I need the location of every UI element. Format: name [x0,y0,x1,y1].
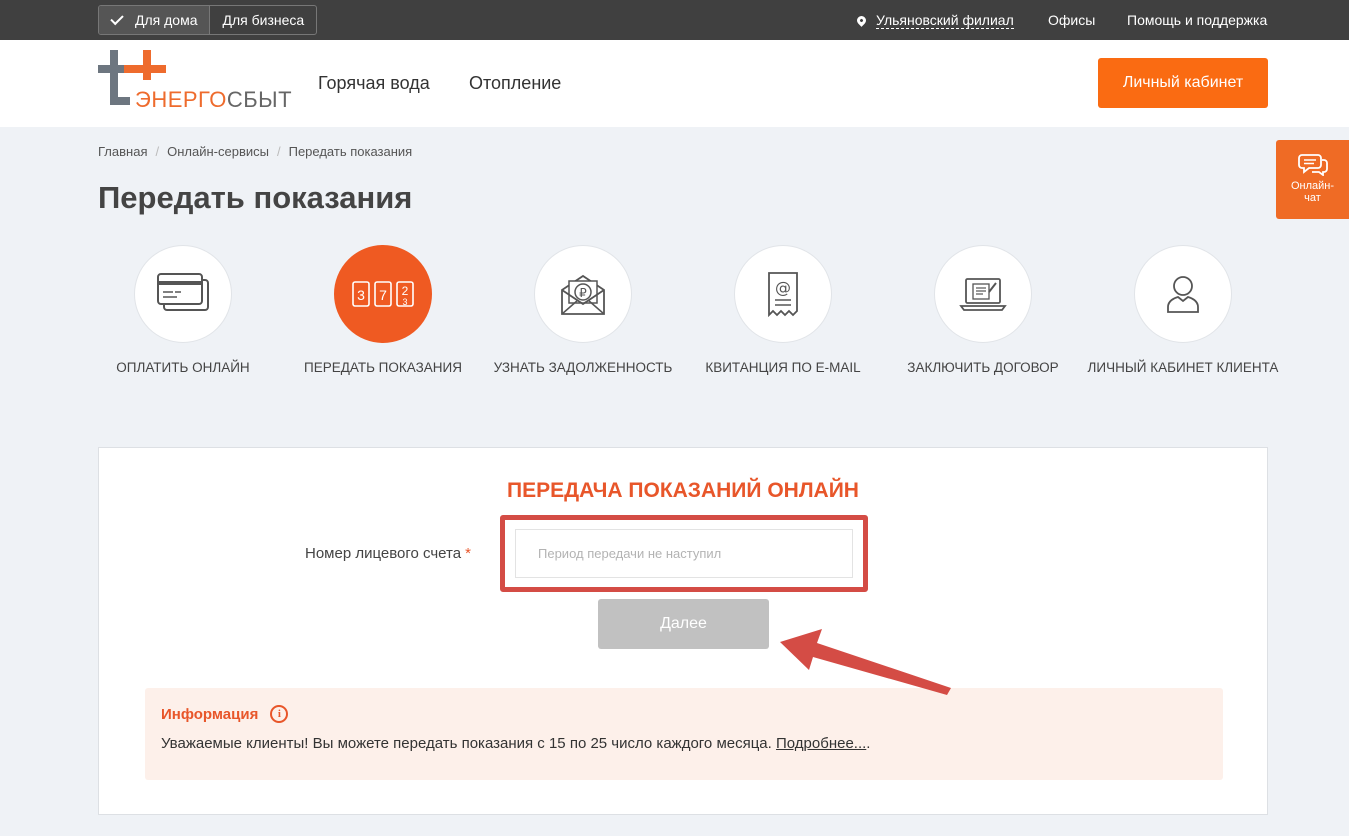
for-home-label: Для дома [135,12,198,28]
location-pin-icon [855,13,868,27]
chat-label-line1: Онлайн- [1290,180,1335,192]
energosbyt-logo[interactable]: ЭНЕРГОСБЫТ [98,50,292,112]
site-header: ЭНЕРГОСБЫТ Горячая вода Отопление Личный… [0,40,1349,127]
branch-selector[interactable]: Ульяновский филиал [855,0,1014,40]
info-text: Уважаемые клиенты! Вы можете передать по… [161,735,871,752]
nav-heating[interactable]: Отопление [469,40,561,127]
form-title: ПЕРЕДАЧА ПОКАЗАНИЙ ОНЛАЙН [507,479,859,502]
service-label: Передать показания [304,360,462,375]
online-chat-widget[interactable]: Онлайн- чат [1276,140,1349,219]
service-label: Квитанция по e-mail [705,360,861,375]
email-receipt-icon: @ [768,272,798,317]
service-icon-circle [934,245,1032,343]
account-number-input[interactable] [515,529,853,578]
svg-text:2: 2 [402,284,409,298]
svg-text:3: 3 [357,287,365,303]
branch-link[interactable]: Ульяновский филиал [876,12,1014,29]
offices-link[interactable]: Офисы [1048,0,1095,40]
service-label: Личный кабинет клиента [1087,360,1279,375]
chat-bubble-icon [1297,154,1328,176]
info-title: Информация i [161,705,1207,723]
checkmark-icon [110,11,124,25]
service-check-debt[interactable]: ₽ Узнать задолженность [483,245,683,377]
breadcrumb-online-services[interactable]: Онлайн-сервисы [167,144,269,159]
svg-text:₽: ₽ [579,286,587,300]
info-box: Информация i Уважаемые клиенты! Вы может… [145,688,1223,780]
top-bar: Для дома Для бизнеса Ульяновский филиал … [0,0,1349,40]
next-button[interactable]: Далее [598,599,769,649]
service-icon-circle [1134,245,1232,343]
svg-text:@: @ [775,278,791,297]
service-icon-circle: 3 7 2 3 [334,245,432,343]
service-email-receipt[interactable]: @ Квитанция по e-mail [683,245,883,377]
nav-hot-water[interactable]: Горячая вода [318,40,430,127]
service-client-cabinet[interactable]: Личный кабинет клиента [1083,245,1283,377]
service-label: Узнать задолженность [493,360,673,375]
info-icon: i [270,705,289,723]
for-home-option[interactable]: Для дома [99,6,211,34]
more-link[interactable]: Подробнее... [776,735,866,752]
svg-text:7: 7 [379,287,387,303]
service-submit-readings[interactable]: 3 7 2 3 Передать показания [283,245,483,377]
chat-label-line2: чат [1304,192,1321,204]
service-label: Оплатить онлайн [116,360,250,375]
required-mark: * [465,545,471,562]
breadcrumb-current: Передать показания [288,144,413,159]
annotation-arrow-icon [780,629,951,695]
service-pay-online[interactable]: Оплатить онлайн [83,245,283,377]
breadcrumb-separator: / [155,144,160,159]
laptop-contract-icon [959,278,1007,311]
readings-form-card: ПЕРЕДАЧА ПОКАЗАНИЙ ОНЛАЙН Номер лицевого… [98,447,1268,815]
service-icon-circle: @ [734,245,832,343]
user-icon [1167,276,1199,313]
audience-switcher: Для дома Для бизнеса [98,5,317,35]
account-number-label: Номер лицевого счета * [305,545,471,562]
service-sign-contract[interactable]: Заключить договор [883,245,1083,377]
service-icon-circle [134,245,232,343]
for-business-option[interactable]: Для бизнеса [210,6,316,34]
breadcrumb: Главная / Онлайн-сервисы / Передать пока… [98,144,412,159]
for-business-label: Для бизнеса [222,12,305,28]
meter-digits-icon: 3 7 2 3 [352,281,414,307]
envelope-ruble-icon: ₽ [561,274,605,315]
service-icon-circle: ₽ [534,245,632,343]
credit-card-icon [157,273,209,311]
breadcrumb-home[interactable]: Главная [98,144,147,159]
logo-text: ЭНЕРГОСБЫТ [135,87,293,112]
svg-text:3: 3 [402,297,407,307]
personal-cabinet-button[interactable]: Личный кабинет [1098,58,1268,108]
help-link[interactable]: Помощь и поддержка [1127,0,1267,40]
service-label: Заключить договор [907,360,1059,375]
page-title: Передать показания [98,180,413,215]
breadcrumb-separator: / [276,144,281,159]
